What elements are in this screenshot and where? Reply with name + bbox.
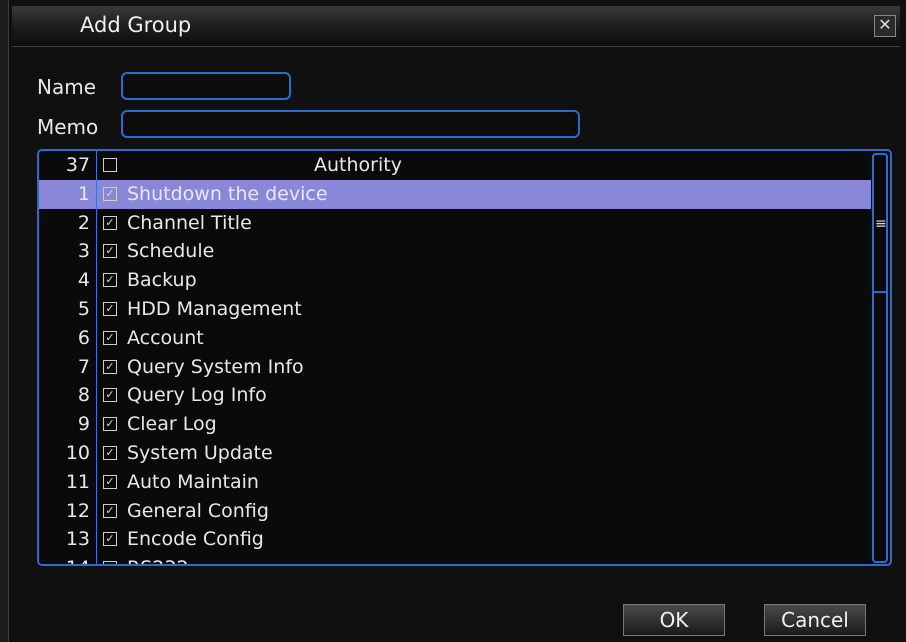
list-item[interactable]: 12 ✓ General Config: [39, 496, 871, 526]
name-label: Name: [37, 75, 97, 99]
item-number: 7: [77, 355, 90, 378]
item-number: 12: [65, 499, 90, 522]
column-divider: [96, 151, 97, 180]
item-number: 10: [65, 441, 90, 464]
item-checkbox[interactable]: ✓: [103, 215, 117, 230]
item-number: 14: [39, 554, 94, 564]
item-number: 6: [77, 326, 90, 349]
column-divider: [96, 496, 97, 526]
list-item[interactable]: 10 ✓ System Update: [39, 438, 871, 468]
column-divider: [96, 323, 97, 353]
item-checkbox[interactable]: ✓: [103, 503, 117, 518]
item-label: Auto Maintain: [127, 470, 259, 493]
memo-field[interactable]: [121, 110, 580, 138]
scroll-thumb[interactable]: ≡: [874, 155, 887, 293]
column-divider: [96, 208, 97, 238]
ok-button[interactable]: OK: [623, 604, 725, 636]
item-checkbox[interactable]: ✓: [103, 359, 117, 374]
item-checkbox[interactable]: ✓: [103, 301, 117, 316]
item-label: Query System Info: [127, 355, 304, 378]
list-item[interactable]: 4 ✓ Backup: [39, 266, 871, 295]
item-number: 3: [77, 240, 90, 263]
column-divider: [96, 467, 97, 497]
column-divider: [96, 179, 97, 209]
item-number: 4: [77, 269, 90, 292]
item-number: 5: [77, 297, 90, 320]
item-label: System Update: [127, 441, 273, 464]
list-item[interactable]: 2 ✓ Channel Title: [39, 208, 871, 238]
item-number: 13: [65, 528, 90, 551]
list-item[interactable]: 5 ✓ HDD Management: [39, 294, 871, 324]
item-number: 11: [65, 470, 90, 493]
header-count: 37: [65, 154, 90, 176]
column-divider: [96, 237, 97, 267]
list-item[interactable]: 9 ✓ Clear Log: [39, 410, 871, 439]
list-item[interactable]: 8 ✓ Query Log Info: [39, 381, 871, 411]
item-checkbox[interactable]: ✓: [103, 388, 117, 403]
column-divider: [96, 525, 97, 555]
item-label: Account: [127, 326, 204, 349]
item-label: Shutdown the device: [127, 182, 328, 205]
item-label: Channel Title: [127, 211, 252, 234]
list-item[interactable]: 7 ✓ Query System Info: [39, 352, 871, 382]
authority-list: 37 Authority 1 ✓ Shutdown the device 2 ✓ Chan…: [37, 149, 892, 566]
item-checkbox[interactable]: ✓: [103, 417, 117, 432]
item-number: 9: [77, 413, 90, 436]
item-label: Clear Log: [127, 413, 217, 436]
name-field[interactable]: [121, 72, 291, 100]
authority-rows: 37 Authority 1 ✓ Shutdown the device 2 ✓ Chan…: [39, 151, 871, 564]
column-divider: [96, 410, 97, 439]
column-divider: [96, 294, 97, 324]
item-label: HDD Management: [127, 297, 302, 320]
column-divider: [96, 266, 97, 295]
item-checkbox[interactable]: ✓: [103, 445, 117, 460]
cancel-button[interactable]: Cancel: [764, 604, 866, 636]
item-checkbox[interactable]: ✓: [103, 330, 117, 345]
select-all-checkbox[interactable]: [103, 158, 117, 172]
window-left-edge: [0, 0, 9, 642]
close-icon[interactable]: ✕: [874, 15, 896, 37]
list-item[interactable]: 13 ✓ Encode Config: [39, 525, 871, 555]
item-checkbox[interactable]: ✓: [103, 186, 117, 201]
list-item[interactable]: 6 ✓ Account: [39, 323, 871, 353]
item-number: 2: [77, 211, 90, 234]
item-checkbox[interactable]: ✓: [103, 561, 117, 564]
item-label: Backup: [127, 269, 197, 292]
item-number: 1: [77, 182, 90, 205]
list-item[interactable]: 11 ✓ Auto Maintain: [39, 467, 871, 497]
list-item[interactable]: 14 ✓ RS232: [39, 554, 871, 564]
item-checkbox[interactable]: ✓: [103, 532, 117, 547]
list-item[interactable]: 3 ✓ Schedule: [39, 237, 871, 267]
item-checkbox[interactable]: ✓: [103, 474, 117, 489]
item-checkbox[interactable]: ✓: [103, 244, 117, 259]
list-item[interactable]: 1 ✓ Shutdown the device: [39, 179, 871, 209]
item-label: Query Log Info: [127, 384, 267, 407]
item-checkbox[interactable]: ✓: [103, 273, 117, 288]
list-header: 37 Authority: [39, 151, 871, 180]
dialog-title: Add Group: [80, 13, 192, 37]
column-divider: [96, 352, 97, 382]
column-divider: [96, 554, 97, 564]
column-divider: [96, 381, 97, 411]
list-scrollbar[interactable]: ≡: [872, 153, 888, 563]
header-title: Authority: [314, 154, 402, 176]
item-number: 8: [77, 384, 90, 407]
item-label: General Config: [127, 499, 269, 522]
item-label: Schedule: [127, 240, 215, 263]
memo-label: Memo: [37, 115, 99, 139]
item-label: RS232: [127, 554, 189, 564]
grip-icon: ≡: [875, 216, 887, 232]
item-label: Encode Config: [127, 528, 264, 551]
dialog-titlebar: Add Group ✕: [12, 6, 900, 47]
column-divider: [96, 438, 97, 468]
